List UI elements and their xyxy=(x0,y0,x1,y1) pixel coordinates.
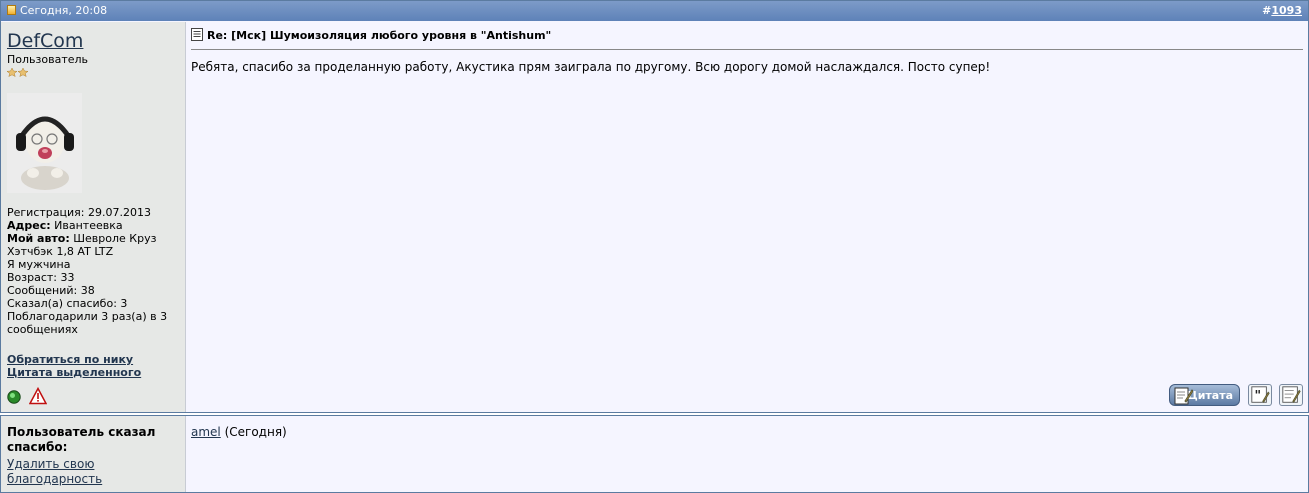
post-message: Ребята, спасибо за проделанную работу, А… xyxy=(191,60,991,74)
thanks-left: Пользователь сказал спасибо: Удалить сво… xyxy=(1,416,186,492)
post-status-icon xyxy=(7,5,16,15)
svg-text:": " xyxy=(1255,388,1262,403)
user-said-thanks: Сказал(а) спасибо: 3 xyxy=(7,297,128,310)
user-links: Обратиться по нику Цитата выделенного xyxy=(7,353,141,379)
thanks-list: amel (Сегодня) xyxy=(191,425,287,439)
thanks-title: Пользователь сказал спасибо: xyxy=(7,425,156,454)
post-header: Сегодня, 20:08 #1093 xyxy=(1,1,1308,21)
user-gender: Я мужчина xyxy=(7,258,71,271)
multi-quote-icon: " xyxy=(1251,386,1270,404)
post-number-wrap: #1093 xyxy=(1262,1,1302,21)
user-registration: Регистрация: 29.07.2013 xyxy=(7,206,151,219)
quick-reply-button[interactable] xyxy=(1279,384,1303,406)
report-warning-icon[interactable] xyxy=(29,387,47,405)
thanks-user-link[interactable]: amel xyxy=(191,425,221,439)
post-time: Сегодня, 20:08 xyxy=(20,4,108,17)
username-link[interactable]: DefCom xyxy=(7,30,83,52)
post-number-prefix: # xyxy=(1262,4,1272,17)
thanks-panel: Пользователь сказал спасибо: Удалить сво… xyxy=(0,415,1309,493)
avatar xyxy=(7,93,82,193)
post-title: Re: [Мск] Шумоизоляция любого уровня в "… xyxy=(191,28,551,42)
quote-button-label: Цитата xyxy=(1187,389,1233,402)
quote-selected-link[interactable]: Цитата выделенного xyxy=(7,366,141,379)
quote-button[interactable]: Цитата xyxy=(1169,384,1240,406)
user-message-count: Сообщений: 38 xyxy=(7,284,95,297)
user-car: Мой авто: Шевроле Круз Хэтчбэк 1,8 AT LT… xyxy=(7,232,157,258)
user-info: Регистрация: 29.07.2013 Адрес: Ивантеевк… xyxy=(7,206,177,336)
post-buttons: Цитата " xyxy=(1168,384,1303,408)
address-by-nick-link[interactable]: Обратиться по нику xyxy=(7,353,141,366)
post-content: Re: [Мск] Шумоизоляция любого уровня в "… xyxy=(186,22,1308,412)
user-title: Пользователь xyxy=(7,53,89,66)
document-icon xyxy=(191,28,203,41)
quick-reply-icon xyxy=(1282,386,1301,404)
online-status-icon xyxy=(7,390,21,404)
post-number-link[interactable]: 1093 xyxy=(1271,4,1302,17)
post: Сегодня, 20:08 #1093 DefCom Пользователь xyxy=(0,0,1309,413)
post-date: Сегодня, 20:08 xyxy=(7,1,107,21)
remove-thanks-link[interactable]: Удалить свою благодарность xyxy=(7,457,157,487)
user-address: Адрес: Ивантеевка xyxy=(7,219,123,232)
title-divider xyxy=(191,49,1303,50)
multi-quote-button[interactable]: " xyxy=(1248,384,1272,406)
rank-stars-icon xyxy=(7,67,29,77)
user-column: DefCom Пользователь Регистрация: 29.07.2… xyxy=(1,22,186,412)
post-title-text: Re: [Мск] Шумоизоляция любого уровня в "… xyxy=(207,29,552,42)
quote-pencil-icon xyxy=(1174,387,1193,405)
user-thanked: Поблагодарили 3 раз(а) в 3 сообщениях xyxy=(7,310,168,336)
user-age: Возраст: 33 xyxy=(7,271,75,284)
thanks-when: (Сегодня) xyxy=(220,425,287,439)
